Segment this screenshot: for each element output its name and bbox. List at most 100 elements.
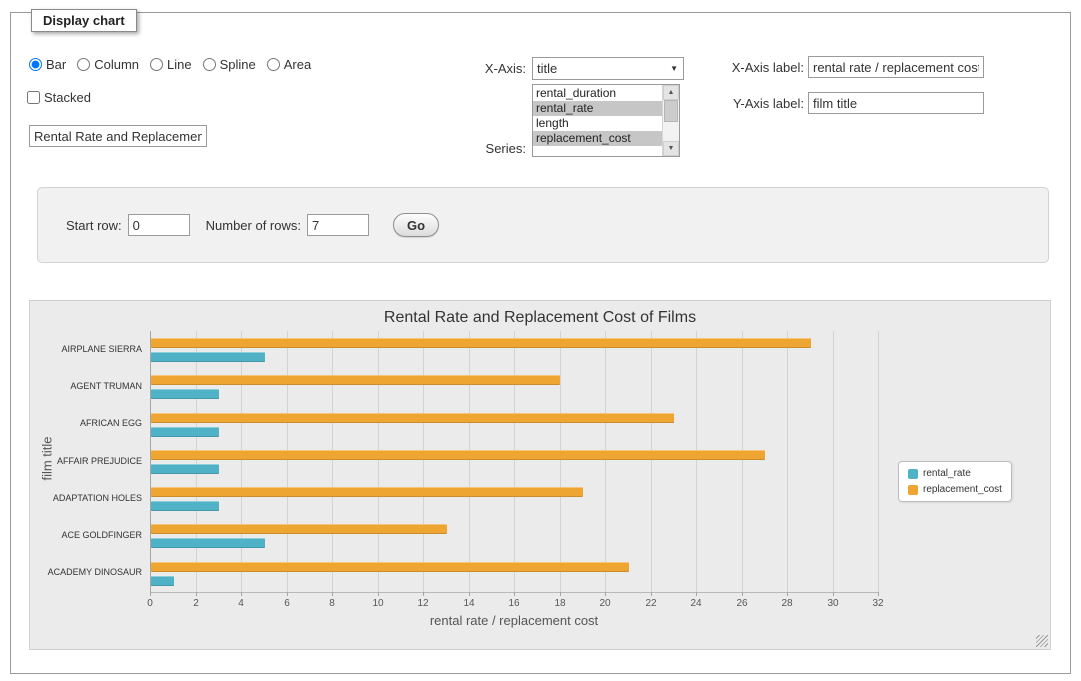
gridline: [651, 331, 652, 592]
chart-type-radio-bar[interactable]: [29, 58, 42, 71]
series-option-rental_rate[interactable]: rental_rate: [533, 101, 662, 116]
chart-legend: rental_rate replacement_cost: [898, 461, 1012, 502]
chart-type-label-column: Column: [94, 57, 139, 72]
chart-type-option-area[interactable]: Area: [267, 57, 311, 72]
gridline: [560, 331, 561, 592]
x-tick-label: 22: [636, 598, 666, 609]
x-tick-mark: [833, 592, 834, 596]
series-multiselect: rental_durationrental_ratelengthreplacem…: [532, 84, 680, 157]
stacked-checkbox[interactable]: [27, 91, 40, 104]
panel-title: Display chart: [31, 9, 137, 32]
x-tick-mark: [469, 592, 470, 596]
x-tick-label: 10: [363, 598, 393, 609]
x-tick-label: 0: [135, 598, 165, 609]
chart-type-radio-area[interactable]: [267, 58, 280, 71]
bar-rental_rate: [151, 389, 219, 399]
bar-rental_rate: [151, 576, 174, 586]
series-option-rental_duration[interactable]: rental_duration: [533, 86, 662, 101]
x-tick-label: 30: [818, 598, 848, 609]
bar-replacement_cost: [151, 338, 811, 348]
chart-type-option-bar[interactable]: Bar: [29, 57, 66, 72]
chart-title: Rental Rate and Replacement Cost of Film…: [30, 309, 1050, 327]
rows-panel: Start row: Number of rows: Go: [37, 187, 1049, 263]
category-label: AFRICAN EGG: [30, 418, 142, 428]
x-tick-mark: [605, 592, 606, 596]
x-tick-mark: [742, 592, 743, 596]
legend-item-replacement_cost[interactable]: replacement_cost: [908, 484, 1002, 495]
x-tick-mark: [651, 592, 652, 596]
x-tick-label: 12: [408, 598, 438, 609]
legend-item-rental_rate[interactable]: rental_rate: [908, 468, 1002, 479]
bar-replacement_cost: [151, 524, 447, 534]
category-label: ACE GOLDFINGER: [30, 530, 142, 540]
x-axis-label-input[interactable]: [808, 56, 984, 78]
x-tick-label: 14: [454, 598, 484, 609]
bar-replacement_cost: [151, 562, 629, 572]
chart-type-option-line[interactable]: Line: [150, 57, 192, 72]
x-tick-label: 20: [590, 598, 620, 609]
x-tick-mark: [787, 592, 788, 596]
series-select-label: Series:: [441, 141, 526, 156]
bar-replacement_cost: [151, 487, 583, 497]
resize-handle-icon[interactable]: [1036, 635, 1048, 647]
category-label: ADAPTATION HOLES: [30, 493, 142, 503]
x-tick-mark: [560, 592, 561, 596]
chart-type-label-area: Area: [284, 57, 311, 72]
bar-rental_rate: [151, 427, 219, 437]
chart-type-label-bar: Bar: [46, 57, 66, 72]
chart-panel: Rental Rate and Replacement Cost of Film…: [29, 300, 1051, 650]
category-label: AIRPLANE SIERRA: [30, 344, 142, 354]
start-row-input[interactable]: [128, 214, 190, 236]
series-options-list: rental_durationrental_ratelengthreplacem…: [533, 85, 662, 156]
scroll-down-button[interactable]: ▼: [663, 141, 679, 156]
x-tick-mark: [423, 592, 424, 596]
chart-type-group: Bar Column Line Spline Area: [29, 57, 311, 72]
x-axis-label-label: X-Axis label:: [716, 60, 804, 75]
chart-title-input[interactable]: [29, 125, 207, 147]
chevron-down-icon: ▼: [670, 64, 678, 73]
go-button[interactable]: Go: [393, 213, 439, 237]
category-label: AFFAIR PREJUDICE: [30, 456, 142, 466]
bar-replacement_cost: [151, 450, 765, 460]
display-chart-panel: Display chart Bar Column Line Spline Are…: [10, 12, 1071, 674]
scroll-up-button[interactable]: ▲: [663, 85, 679, 100]
y-axis-label-label: Y-Axis label:: [716, 96, 804, 111]
gridline: [241, 331, 242, 592]
chart-type-option-column[interactable]: Column: [77, 57, 139, 72]
x-tick-mark: [378, 592, 379, 596]
gridline: [787, 331, 788, 592]
bar-rental_rate: [151, 501, 219, 511]
x-tick-label: 18: [545, 598, 575, 609]
x-axis-title: rental rate / replacement cost: [150, 613, 878, 628]
legend-swatch-icon: [908, 469, 918, 479]
x-tick-label: 28: [772, 598, 802, 609]
stacked-option[interactable]: Stacked: [27, 90, 91, 105]
x-tick-mark: [696, 592, 697, 596]
chart-type-radio-line[interactable]: [150, 58, 163, 71]
x-tick-mark: [332, 592, 333, 596]
chart-type-radio-spline[interactable]: [203, 58, 216, 71]
gridline: [605, 331, 606, 592]
gridline: [196, 331, 197, 592]
series-option-replacement_cost[interactable]: replacement_cost: [533, 131, 662, 146]
x-axis-select[interactable]: title ▼: [532, 57, 684, 80]
legend-label: rental_rate: [923, 468, 971, 479]
gridline: [696, 331, 697, 592]
y-axis-label-input[interactable]: [808, 92, 984, 114]
num-rows-input[interactable]: [307, 214, 369, 236]
x-tick-mark: [878, 592, 879, 596]
num-rows-label: Number of rows:: [206, 218, 301, 233]
series-scrollbar[interactable]: ▲ ▼: [662, 85, 679, 156]
chart-type-radio-column[interactable]: [77, 58, 90, 71]
arrow-up-icon: ▲: [668, 89, 675, 96]
gridline: [742, 331, 743, 592]
x-tick-mark: [150, 592, 151, 596]
series-option-length[interactable]: length: [533, 116, 662, 131]
chart-type-option-spline[interactable]: Spline: [203, 57, 256, 72]
x-axis-select-label: X-Axis:: [441, 61, 526, 76]
plot-area: [150, 331, 878, 593]
scrollbar-thumb[interactable]: [664, 100, 678, 122]
x-tick-label: 26: [727, 598, 757, 609]
x-axis-select-value: title: [537, 61, 557, 76]
bar-rental_rate: [151, 464, 219, 474]
